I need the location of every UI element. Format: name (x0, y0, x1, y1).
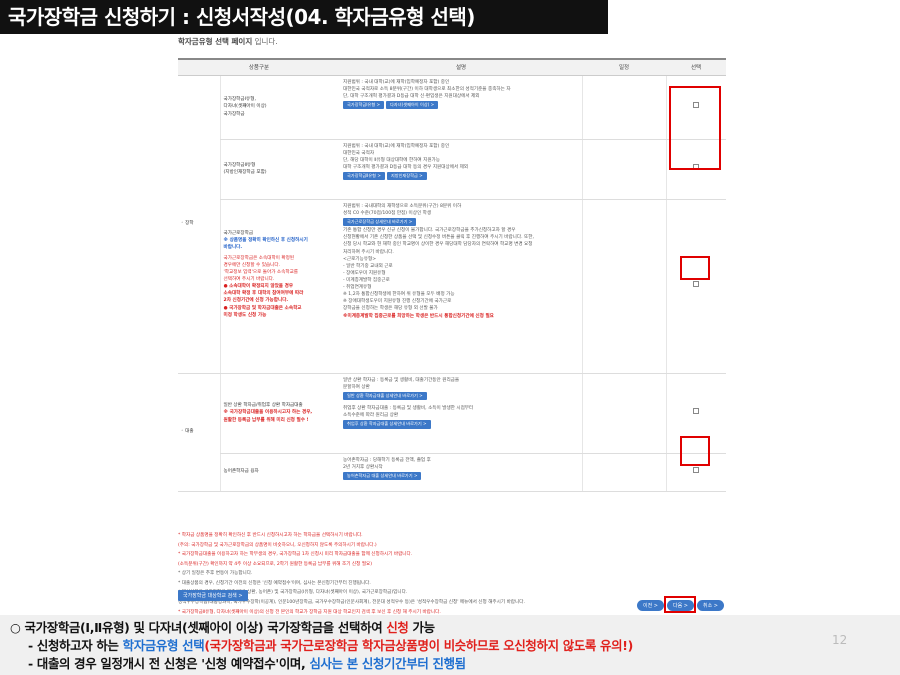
note-item: * 대상상품은 국가장학금 대출(일반 상환, 농어촌) 및 국가장학금(Ⅰ유형… (178, 590, 408, 596)
select-rural-loan-checkbox[interactable] (693, 467, 700, 474)
select-cell (665, 199, 726, 374)
multichild-info-button[interactable]: 다자녀(셋째아이 이상) > (386, 100, 439, 110)
header-product: 상품구분 (178, 58, 340, 76)
rural-loan-info-button[interactable]: 농어촌학자금 대출 상세안내 바로가기 > (343, 471, 422, 481)
header-select: 선택 (666, 58, 726, 76)
note-item: * 상기 일정은 추후 변동이 가능합니다. (178, 571, 253, 577)
table-row: 국가근로장학금 ※ 상품명을 정확히 확인하신 후 신청하시기 바랍니다. 국가… (178, 199, 726, 374)
type1-info-button[interactable]: 국가장학금Ⅰ유형 > (343, 100, 385, 110)
table-row: 농어촌학자금 융자 농어촌학자금 : 당해학기 등록금 전액, 졸업 후 2년 … (178, 453, 726, 492)
category-scholarship: ◦ 장학 (178, 75, 220, 374)
category-loan: ◦ 대출 (178, 373, 220, 492)
type-cell: 일반 상환 학자금/취업후 상환 학자금대출 ※ 국가장학금대출을 이용하시고자… (219, 373, 340, 454)
page-caption: 학자금유형 선택 페이지 입니다. (178, 37, 278, 46)
note-item: (소득분위(구간) 확인까지 약 4주 이상 소요되므로, 2학기 원활한 등록… (178, 561, 373, 567)
table-row: ◦ 장학 국가장학금Ⅰ유형, 다자녀(셋째아이 이상) 국가장학금 지원범위 :… (178, 75, 726, 374)
description-cell: 지원범위 : 국내 대학(교)에 재학(입학예정자 포함) 중인 대한민국 국적… (340, 139, 582, 200)
header-description: 설명 (340, 58, 582, 76)
eligible-school-search-button[interactable]: 국가장학금 대상학교 검색 > (178, 590, 248, 601)
schedule-cell (581, 373, 666, 454)
note-item: * 국가장학금대출을 이용하고자 하는 학부생의 경우, 국가장학금 1차 신청… (178, 552, 413, 558)
table-header-row: 상품구분 설명 일정 선택 (178, 58, 726, 76)
note-item: * 대출상품의 경우, 신청기간 이전의 신청은 '신청 예약접수'이며, 심사… (178, 580, 371, 586)
select-highlight-1 (669, 86, 721, 170)
work-study-info-button[interactable]: 국가근로장학금 상세안내 바로가기 > (343, 217, 417, 227)
description-cell: 농어촌학자금 : 당해학기 등록금 전액, 졸업 후 2년 거치후 상환시작 농… (340, 453, 582, 492)
select-work-study-checkbox[interactable] (693, 281, 700, 288)
loan-type-table: 상품구분 설명 일정 선택 ◦ 장학 국가장학금Ⅰ유형, 다자녀(셋째아이 이상… (178, 58, 726, 492)
regional-info-button[interactable]: 지방인재장학금 > (386, 171, 427, 181)
description-cell: 지원범위 : 국내대학의 재학생으로 소득분위(구간) 8분위 이하 성적 C0… (340, 199, 582, 374)
description-cell: 일반 상환 학자금 : 등록금 및 생활비, 대출기간동안 원리금을 분할하여 … (340, 373, 582, 454)
summary-line-3: - 대출의 경우 일정개시 전 신청은 '신청 예약접수'이며, 심사는 본 신… (28, 656, 466, 671)
select-loan-checkbox[interactable] (693, 408, 700, 415)
summary-panel: ○ 국가장학금(Ⅰ,Ⅱ유형) 및 다자녀(셋째아이 이상) 국가장학금을 선택하… (0, 615, 900, 675)
general-loan-info-button[interactable]: 일반 상환 학자금대출 상세안내 바로가기 > (343, 391, 427, 401)
type-cell: 농어촌학자금 융자 (219, 453, 340, 492)
next-button-highlight (664, 596, 696, 613)
schedule-cell (581, 75, 666, 140)
cancel-button[interactable]: 취소 > (696, 600, 724, 611)
table-row: ◦ 대출 일반 상환 학자금/취업후 상환 학자금대출 ※ 국가장학금대출을 이… (178, 373, 726, 492)
select-highlight-3 (680, 436, 710, 466)
note-item: (주의: 국가장학금 및 국가근로장학금의 상품명이 비슷하오니, 오신청하지 … (178, 542, 377, 548)
type-cell: 국가장학금Ⅰ유형, 다자녀(셋째아이 이상) 국가장학금 (219, 75, 340, 140)
icl-loan-info-button[interactable]: 취업후 상환 학자금대출 상세안내 바로가기 > (343, 420, 431, 429)
schedule-cell (581, 453, 666, 492)
schedule-cell (581, 199, 666, 374)
header-schedule: 일정 (582, 58, 666, 76)
application-form: 상품구분 설명 일정 선택 ◦ 장학 국가장학금Ⅰ유형, 다자녀(셋째아이 이상… (174, 50, 732, 615)
prev-button[interactable]: 이전 > (637, 600, 664, 611)
schedule-cell (581, 139, 666, 200)
summary-line-2: - 신청하고자 하는 학자금유형 선택(국가장학금과 국가근로장학금 학자금상품… (28, 638, 633, 653)
description-cell: 지원범위 : 국내 대학(교)에 재학(입학예정자 포함) 중인 대한민국 국적… (340, 75, 582, 140)
table-row: 국가장학금Ⅱ유형 (지방인재장학금 포함) 지원범위 : 국내 대학(교)에 재… (178, 139, 726, 200)
select-highlight-2 (680, 256, 710, 280)
type-cell: 국가근로장학금 ※ 상품명을 정확히 확인하신 후 신청하시기 바랍니다. 국가… (219, 199, 340, 374)
slide-title: 국가장학금 신청하기 : 신청서작성(04. 학자금유형 선택) (0, 0, 608, 34)
type-cell: 국가장학금Ⅱ유형 (지방인재장학금 포함) (219, 139, 340, 200)
page-number: 12 (832, 633, 848, 647)
summary-line-1: ○ 국가장학금(Ⅰ,Ⅱ유형) 및 다자녀(셋째아이 이상) 국가장학금을 선택하… (10, 620, 435, 635)
note-item: * 학자금 상품명을 정확히 확인하신 후 반드시 신청하시고자 하는 학자금을… (178, 533, 363, 538)
type2-info-button[interactable]: 국가장학금Ⅱ유형 > (343, 171, 385, 181)
